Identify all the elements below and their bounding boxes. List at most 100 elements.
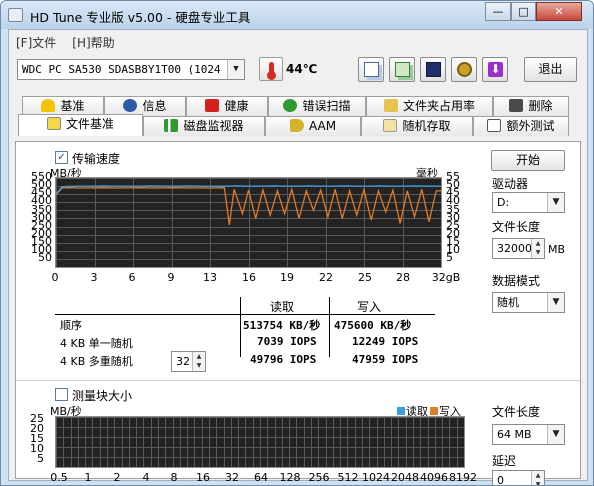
chevron-down-icon[interactable]: ▼ — [547, 193, 564, 212]
stepper-arrows-icon[interactable]: ▲ ▼ — [531, 239, 544, 258]
tab-health-label: 健康 — [224, 99, 249, 113]
file-length-label: 文件长度 — [492, 220, 541, 234]
temperature-readout: 44℃ — [286, 62, 318, 76]
thermometer-icon — [259, 57, 283, 81]
queue-depth-stepper[interactable]: 32 ▲ ▼ — [171, 351, 206, 372]
options-button[interactable] — [451, 57, 477, 82]
tab-folder-usage[interactable]: 文件夹占用率 — [366, 96, 493, 116]
x-tick-label: 6 — [128, 271, 136, 284]
copy-screenshot-icon — [395, 62, 410, 77]
options-icon — [457, 62, 472, 77]
tab-info-label: 信息 — [142, 99, 167, 113]
disk-monitor-icon — [164, 119, 179, 132]
start-button[interactable]: 开始 — [491, 150, 565, 171]
data-mode-label: 数据模式 — [492, 274, 541, 288]
row-4k-single-label: 4 KB 单一随机 — [60, 337, 133, 350]
menu-bar: [F]文件 [H]帮助 — [16, 34, 115, 51]
x-tick-label: 28 — [396, 271, 410, 284]
chevron-down-icon[interactable]: ▼ — [547, 293, 564, 312]
save-button[interactable] — [420, 57, 446, 82]
x-tick-label: 9 — [167, 271, 175, 284]
x-tick-label: 13 — [203, 271, 217, 284]
bottom-file-length-value: 64 MB — [497, 428, 532, 441]
row-sequential-label: 顺序 — [60, 319, 82, 332]
bottom-x-tick-label: 8192 — [449, 471, 477, 484]
sequential-write: 475600 KB/秒 — [334, 319, 412, 332]
4k-multi-write: 47959 IOPS — [352, 353, 419, 366]
file-benchmark-icon — [46, 117, 61, 130]
4k-multi-read: 49796 IOPS — [250, 353, 317, 366]
x-tick-label: 16 — [242, 271, 256, 284]
block-size-label: 测量块大小 — [72, 389, 133, 403]
tab-file-benchmark[interactable]: 文件基准 — [18, 114, 143, 136]
delay-value: 0 — [497, 474, 504, 486]
file-length-stepper[interactable]: 32000 ▲ ▼ — [492, 238, 545, 259]
x-tick-label: 3 — [90, 271, 98, 284]
sequential-read: 513754 KB/秒 — [243, 319, 321, 332]
stepper-arrows-icon[interactable]: ▲ ▼ — [531, 471, 544, 485]
save-icon — [426, 62, 441, 77]
bottom-file-length-label: 文件长度 — [492, 405, 541, 419]
drive-select[interactable]: WDC PC SA530 SDASB8Y1T00 (1024 gB) ▼ — [17, 59, 245, 80]
close-button[interactable]: ✕ — [536, 2, 582, 21]
exit-button[interactable]: 退出 — [524, 57, 577, 82]
copy-screenshot-button[interactable] — [389, 57, 415, 82]
random-access-icon — [383, 119, 398, 132]
copy-text-icon — [364, 62, 379, 77]
tab-health[interactable]: 健康 — [186, 96, 268, 116]
drive-letter-value: D: — [497, 196, 510, 209]
error-scan-icon — [283, 99, 298, 112]
4k-single-read: 7039 IOPS — [257, 335, 317, 348]
bottom-file-length-select[interactable]: 64 MB ▼ — [492, 424, 565, 445]
drive-letter-select[interactable]: D: ▼ — [492, 192, 565, 213]
header-read: 读取 — [270, 300, 295, 314]
tab-info[interactable]: 信息 — [104, 96, 186, 116]
transfer-rate-checkbox[interactable]: ✓ — [55, 151, 68, 164]
copy-text-button[interactable] — [358, 57, 384, 82]
tab-extra-tests[interactable]: 额外测试 — [473, 116, 569, 136]
data-mode-select[interactable]: 随机 ▼ — [492, 292, 565, 313]
x-tick-label: 32gB — [431, 271, 461, 284]
x-tick-label: 22 — [319, 271, 333, 284]
delay-stepper[interactable]: 0 ▲ ▼ — [492, 470, 545, 486]
menu-file[interactable]: [F]文件 — [16, 34, 56, 51]
tab-aam-label: AAM — [308, 119, 337, 133]
y2-tick-label: 5 — [446, 251, 453, 265]
series-line-write — [55, 186, 441, 225]
tab-erase-label: 删除 — [528, 99, 553, 113]
tab-error-scan-label: 错误扫描 — [302, 99, 351, 113]
results-col-divider-2 — [329, 297, 330, 357]
x-tick-label: 19 — [280, 271, 294, 284]
file-length-unit: MB — [548, 243, 566, 256]
app-icon — [8, 8, 23, 22]
tab-random-access[interactable]: 随机存取 — [361, 116, 473, 136]
bottom-y-tick-label: 5 — [37, 452, 44, 465]
tab-disk-monitor[interactable]: 磁盘监视器 — [143, 116, 265, 136]
tab-extra-tests-label: 额外测试 — [506, 119, 555, 133]
delay-label: 延迟 — [492, 454, 517, 468]
download-button[interactable]: ⬇ — [482, 57, 508, 82]
tab-file-benchmark-label: 文件基准 — [65, 117, 114, 131]
minimize-button[interactable]: — — [485, 2, 511, 21]
row-4k-multi-label: 4 KB 多重随机 — [60, 355, 133, 368]
block-size-chart-svg — [56, 417, 465, 468]
header-write: 写入 — [357, 300, 382, 314]
legend-read-swatch — [397, 407, 405, 415]
chevron-down-icon[interactable]: ▼ — [547, 425, 564, 444]
file-length-value: 32000 — [497, 242, 532, 255]
tab-disk-monitor-label: 磁盘监视器 — [183, 119, 244, 133]
results-col-divider — [240, 297, 241, 357]
tab-erase[interactable]: 删除 — [493, 96, 569, 116]
maximize-button[interactable]: □ — [511, 2, 536, 21]
tab-benchmark[interactable]: 基准 — [22, 96, 104, 116]
block-size-checkbox[interactable] — [55, 388, 68, 401]
app-window: HD Tune 专业版 v5.00 - 硬盘专业工具 — □ ✕ [F]文件 [… — [0, 0, 594, 486]
tab-aam[interactable]: AAM — [265, 116, 361, 136]
chevron-down-icon[interactable]: ▼ — [227, 60, 244, 79]
menu-help[interactable]: [H]帮助 — [72, 34, 114, 51]
stepper-arrows-icon[interactable]: ▲ ▼ — [192, 352, 205, 371]
tab-benchmark-label: 基准 — [60, 99, 85, 113]
x-tick-label: 0 — [51, 271, 59, 284]
download-icon: ⬇ — [488, 62, 503, 77]
tab-error-scan[interactable]: 错误扫描 — [268, 96, 366, 116]
